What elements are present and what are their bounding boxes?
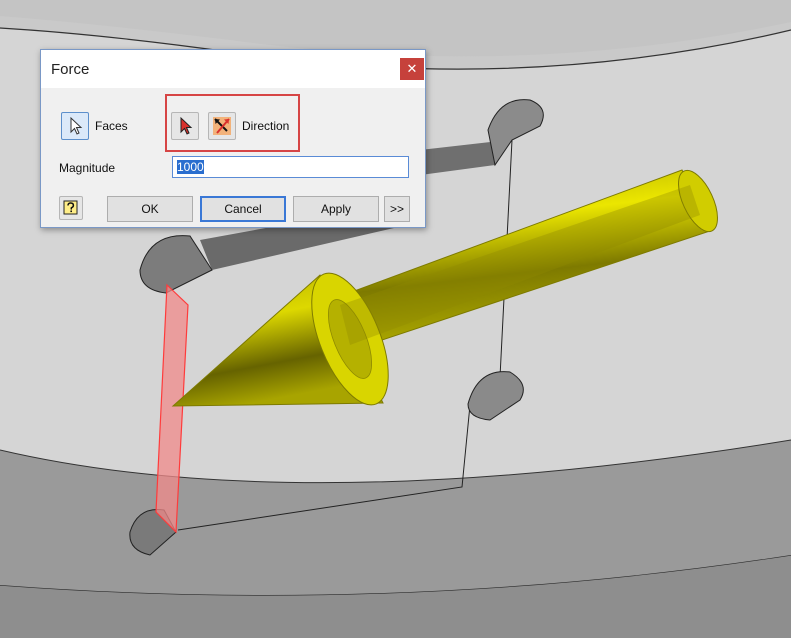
- more-options-button[interactable]: >>: [384, 196, 410, 222]
- faces-select-button[interactable]: [61, 112, 89, 140]
- title-bar[interactable]: Force ✕: [41, 50, 425, 88]
- apply-button[interactable]: Apply: [293, 196, 379, 222]
- magnitude-value: 1000: [177, 160, 204, 174]
- help-button[interactable]: [59, 196, 83, 220]
- help-icon: [63, 200, 78, 215]
- cancel-button[interactable]: Cancel: [200, 196, 286, 222]
- flip-direction-icon: [213, 117, 231, 135]
- close-button[interactable]: ✕: [400, 58, 424, 80]
- magnitude-input[interactable]: 1000: [172, 156, 409, 178]
- close-icon: ✕: [406, 61, 418, 76]
- direction-select-button[interactable]: [171, 112, 199, 140]
- faces-label: Faces: [95, 119, 128, 133]
- dialog-title: Force: [51, 61, 90, 78]
- red-select-arrow-icon: [180, 116, 193, 135]
- magnitude-label: Magnitude: [59, 161, 116, 175]
- flip-direction-button[interactable]: [208, 112, 236, 140]
- force-dialog: Force ✕ Faces Direction Magnitude 1000 O…: [40, 49, 426, 228]
- select-arrow-icon: [70, 116, 83, 135]
- direction-label: Direction: [242, 119, 290, 133]
- ok-button[interactable]: OK: [107, 196, 193, 222]
